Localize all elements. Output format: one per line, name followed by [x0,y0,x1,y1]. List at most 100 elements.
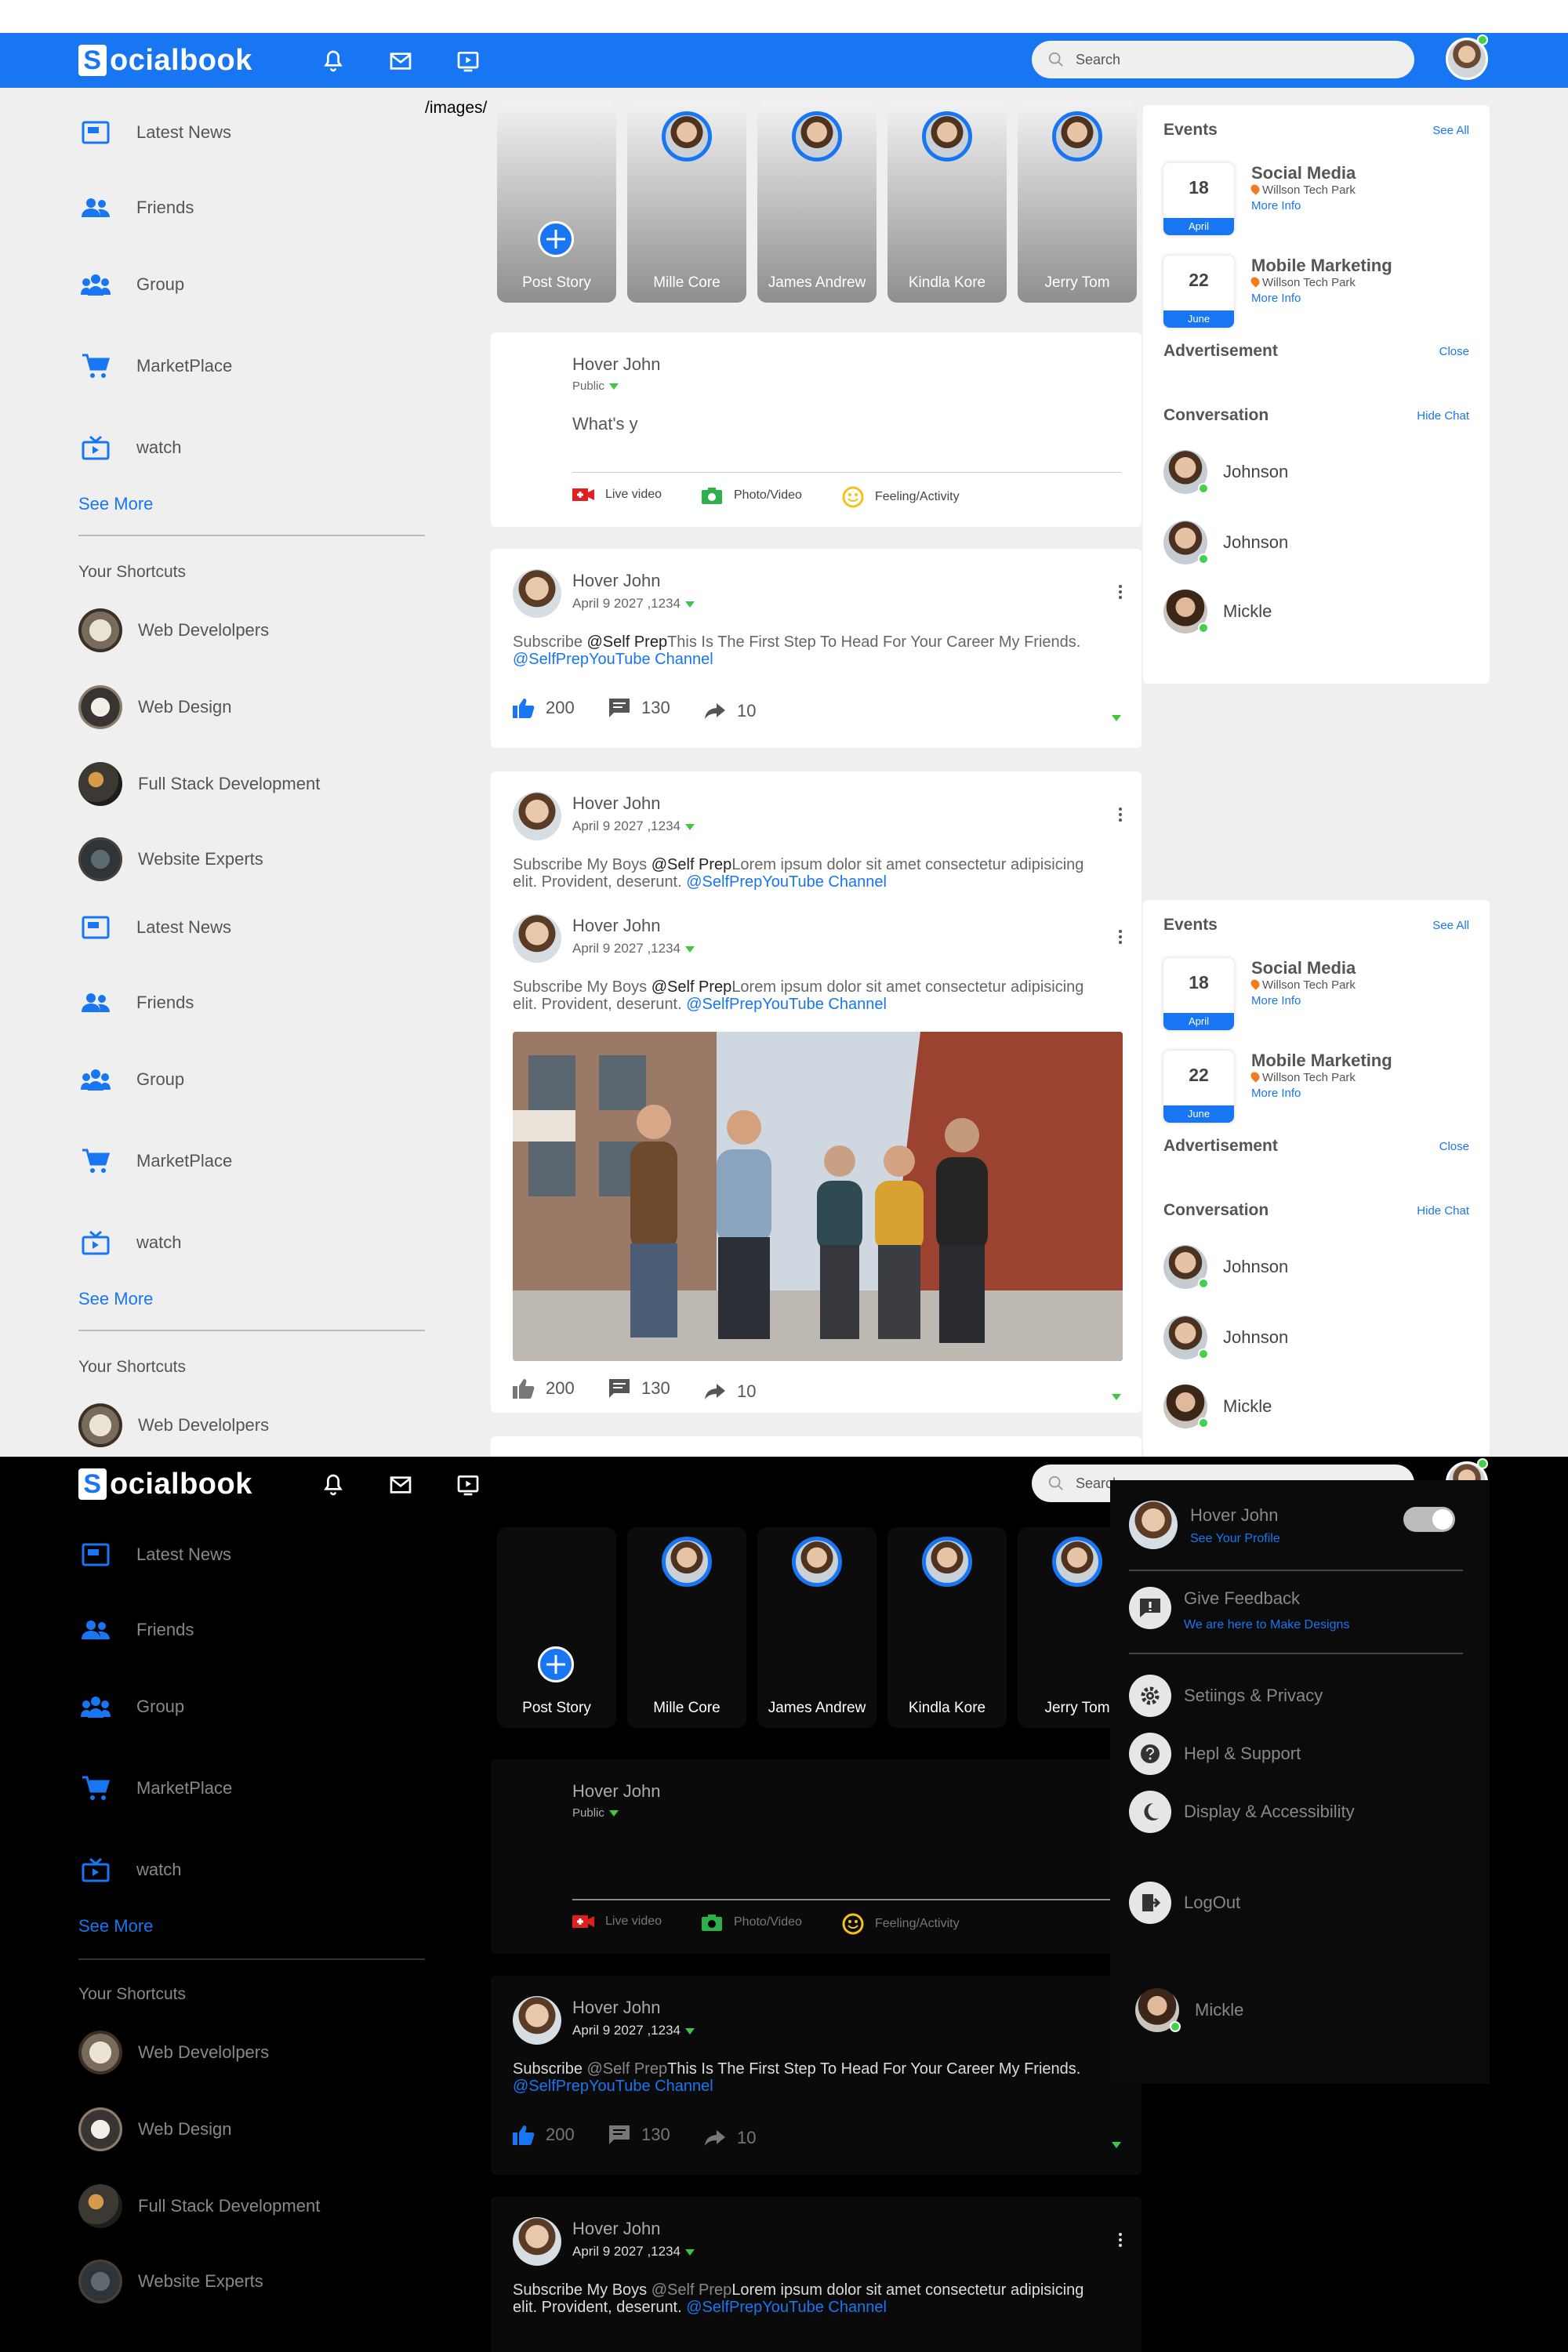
story-card[interactable]: James Andrew [757,1527,877,1728]
composer-input[interactable]: What's y [572,414,638,434]
event-more-info-link[interactable]: More Info [1251,292,1301,305]
story-card[interactable]: Mille Core [627,1527,746,1728]
channel-link[interactable]: @SelfPrepYouTube Channel [513,651,713,668]
privacy-selector[interactable]: Public [572,379,619,393]
sidebar-item-friends[interactable]: Friends [78,983,194,1022]
live-video-button[interactable]: Live video [572,1913,662,1930]
chat-contact[interactable]: Mickle [1135,1988,1243,2032]
mention-link[interactable]: @Self Prep [652,2281,732,2299]
feeling-button[interactable]: Feeling/Activity [842,486,960,508]
mention-link[interactable]: @Self Prep [587,2060,668,2078]
sidebar-item-watch[interactable]: watch [78,428,181,467]
story-card[interactable]: James Andrew [757,102,877,303]
caret-down-icon[interactable] [1112,1394,1121,1400]
poster-name[interactable]: Hover John [572,916,661,936]
like-button[interactable]: 200 [513,2125,575,2145]
more-options-icon[interactable] [1118,806,1123,825]
see-more-link[interactable]: See More [78,1289,153,1309]
sidebar-item-watch[interactable]: watch [78,1223,181,1262]
see-more-link[interactable]: See More [78,1916,153,1936]
shortcut-full-stack[interactable]: Full Stack Development [78,2184,320,2228]
event-more-info-link[interactable]: More Info [1251,1087,1301,1100]
sidebar-item-group[interactable]: Group [78,1687,184,1726]
hide-chat-link[interactable]: Hide Chat [1417,1204,1469,1218]
shortcut-web-developers[interactable]: Web Develolpers [78,2031,269,2074]
more-options-icon[interactable] [1118,583,1123,602]
live-video-button[interactable]: Live video [572,486,662,503]
sidebar-item-friends[interactable]: Friends [78,188,194,227]
shortcut-website-experts[interactable]: Website Experts [78,2259,263,2303]
like-button[interactable]: 200 [513,1378,575,1399]
mention-link[interactable]: @Self Prep [587,633,668,651]
poster-name[interactable]: Hover John [572,1998,661,2018]
shortcut-full-stack[interactable]: Full Stack Development [78,762,320,806]
comment-button[interactable]: 130 [608,698,670,718]
sidebar-item-watch[interactable]: watch [78,1850,181,1889]
chat-contact[interactable]: Johnson [1163,450,1288,494]
mention-link[interactable]: @Self Prep [652,856,732,873]
share-button[interactable]: 10 [704,701,756,721]
chat-contact[interactable]: Mickle [1163,590,1272,633]
help-support-menu-item[interactable]: Hepl & Support [1129,1733,1301,1775]
video-icon[interactable] [455,1472,481,1497]
poster-name[interactable]: Hover John [572,2219,661,2239]
sidebar-item-latest-news[interactable]: Latest News [78,113,231,152]
shortcut-website-experts[interactable]: Website Experts [78,837,263,881]
mention-link[interactable]: @Self Prep [652,978,732,996]
mail-icon[interactable] [387,49,414,74]
poster-avatar[interactable] [513,914,561,963]
channel-link[interactable]: @SelfPrepYouTube Channel [686,996,887,1013]
settings-privacy-menu-item[interactable]: Setiings & Privacy [1129,1675,1323,1717]
mail-icon[interactable] [387,1472,414,1497]
shortcut-web-developers[interactable]: Web Develolpers [78,1403,269,1447]
chat-contact[interactable]: Mickle [1163,1385,1272,1428]
comment-button[interactable]: 130 [608,2125,670,2145]
shortcut-web-developers[interactable]: Web Develolpers [78,608,269,652]
story-card[interactable]: Mille Core [627,102,746,303]
more-options-icon[interactable] [1118,928,1123,947]
channel-link[interactable]: @SelfPrepYouTube Channel [513,2078,713,2095]
bell-icon[interactable] [320,1472,347,1497]
story-card[interactable]: Kindla Kore [887,1527,1007,1728]
sidebar-item-marketplace[interactable]: MarketPlace [78,347,232,386]
post-photo[interactable] [513,1032,1123,1361]
chat-contact[interactable]: Johnson [1163,521,1288,564]
sidebar-item-latest-news[interactable]: Latest News [78,1535,231,1574]
poster-avatar[interactable] [513,569,561,618]
video-icon[interactable] [455,49,481,74]
feeling-button[interactable]: Feeling/Activity [842,1913,960,1935]
logo[interactable]: Socialbook [78,42,252,78]
logo[interactable]: Socialbook [78,1466,252,1502]
comment-button[interactable]: 130 [608,1378,670,1399]
share-button[interactable]: 10 [704,2128,756,2148]
story-card[interactable]: Jerry Tom [1018,102,1137,303]
poster-avatar[interactable] [513,1996,561,2045]
event-more-info-link[interactable]: More Info [1251,199,1301,212]
poster-avatar[interactable] [513,792,561,840]
search-input[interactable]: Search [1032,41,1414,78]
poster-name[interactable]: Hover John [572,571,661,591]
story-post[interactable]: Post Story [497,1527,616,1728]
hide-chat-link[interactable]: Hide Chat [1417,409,1469,423]
photo-video-button[interactable]: Photo/Video [701,486,802,505]
caret-down-icon[interactable] [1112,2142,1121,2148]
close-ad-link[interactable]: Close [1439,345,1469,358]
logout-menu-item[interactable]: LogOut [1129,1882,1240,1924]
channel-link[interactable]: @SelfPrepYouTube Channel [686,873,887,891]
shortcut-web-design[interactable]: Web Design [78,2107,231,2151]
channel-link[interactable]: @SelfPrepYouTube Channel [686,2299,887,2316]
shortcut-web-design[interactable]: Web Design [78,685,231,729]
event-more-info-link[interactable]: More Info [1251,994,1301,1007]
sidebar-item-friends[interactable]: Friends [78,1610,194,1650]
display-accessibility-menu-item[interactable]: Display & Accessibility [1129,1791,1355,1833]
like-button[interactable]: 200 [513,698,575,718]
poster-name[interactable]: Hover John [572,793,661,814]
sidebar-item-group[interactable]: Group [78,265,184,304]
privacy-selector[interactable]: Public [572,1806,619,1820]
bell-icon[interactable] [320,49,347,74]
sidebar-item-marketplace[interactable]: MarketPlace [78,1769,232,1808]
chat-contact[interactable]: Johnson [1163,1316,1288,1359]
sidebar-item-group[interactable]: Group [78,1060,184,1099]
photo-video-button[interactable]: Photo/Video [701,1913,802,1932]
see-all-link[interactable]: See All [1432,124,1469,137]
